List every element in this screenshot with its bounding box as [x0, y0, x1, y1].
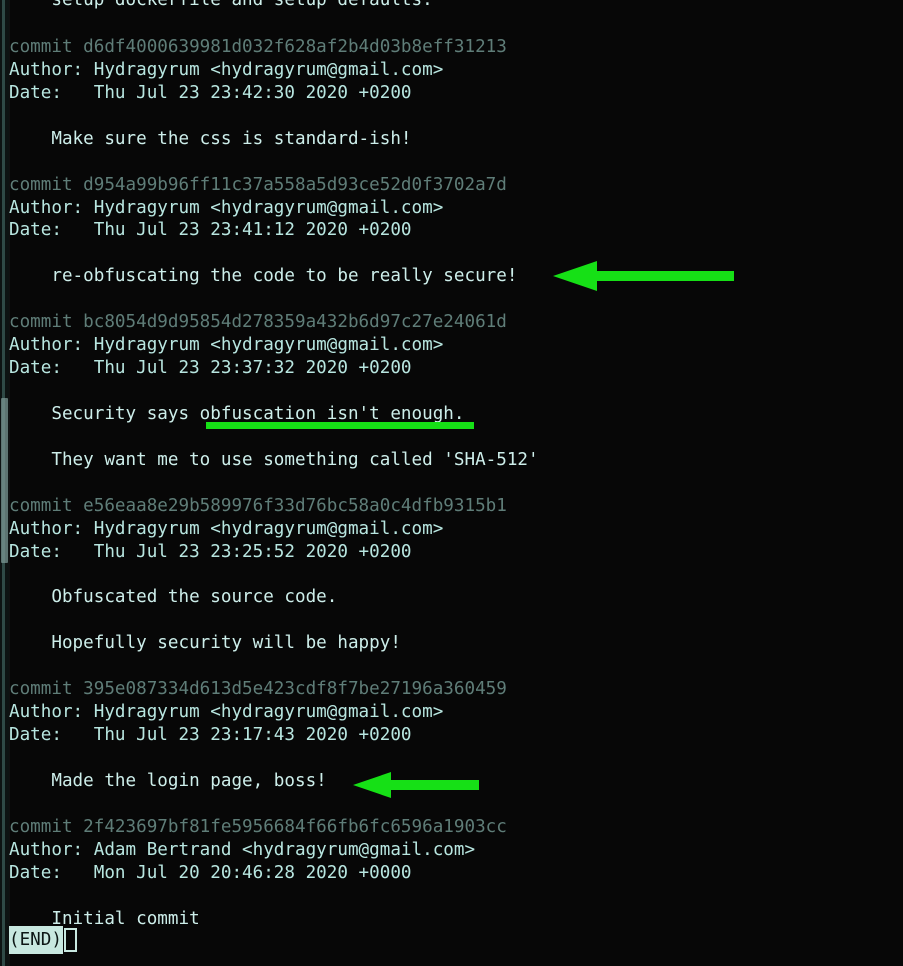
commit-date-line: Date: Thu Jul 23 23:17:43 2020 +0200 [9, 725, 412, 746]
end-of-file-indicator: (END) [9, 926, 63, 954]
commit-date-line: Date: Thu Jul 23 23:41:12 2020 +0200 [9, 220, 412, 241]
commit-hash-line: commit d954a99b96ff11c37a558a5d93ce52d0f… [9, 174, 507, 195]
commit-hash-line: commit e56eaa8e29b589976f33d76bc58a0c4df… [9, 495, 507, 516]
commit-author-line: Author: Hydragyrum <hydragyrum@gmail.com… [9, 518, 444, 539]
pager-status-line[interactable]: (END) [9, 926, 77, 954]
commit-message-line: Hopefully security will be happy! [9, 633, 401, 654]
commit-hash-line: commit 395e087334d613d5e423cdf8f7be27196… [9, 679, 507, 700]
terminal-window: setup dockerfile and setup defaults. com… [0, 0, 903, 966]
commit-message-line: They want me to use something called 'SH… [9, 449, 539, 470]
commit-author-line: Author: Hydragyrum <hydragyrum@gmail.com… [9, 59, 444, 80]
commit-message-line: Security says obfuscation isn't enough. [9, 403, 465, 424]
commit-message-line: Initial commit [9, 908, 200, 929]
commit-message-line: Obfuscated the source code. [9, 587, 338, 608]
commit-date-line: Date: Thu Jul 23 23:42:30 2020 +0200 [9, 82, 412, 103]
pager-content[interactable]: setup dockerfile and setup defaults. com… [9, 0, 903, 966]
commit-hash-line: commit bc8054d9d95854d278359a432b6d97c27… [9, 312, 507, 333]
commit-message-line: Make sure the css is standard-ish! [9, 128, 412, 149]
text-cursor [63, 928, 77, 952]
commit-hash-line: commit 2f423697bf81fe5956684f66fb6fc6596… [9, 816, 507, 837]
commit-author-line: Author: Adam Bertrand <hydragyrum@gmail.… [9, 839, 476, 860]
commit-date-line: Date: Thu Jul 23 23:25:52 2020 +0200 [9, 541, 412, 562]
scrollbar-thumb[interactable] [1, 398, 8, 563]
commit-date-line: Date: Thu Jul 23 23:37:32 2020 +0200 [9, 358, 412, 379]
commit-hash-line: commit d6df4000639981d032f628af2b4d03b8e… [9, 36, 507, 57]
commit-author-line: Author: Hydragyrum <hydragyrum@gmail.com… [9, 335, 444, 356]
commit-date-line: Date: Mon Jul 20 20:46:28 2020 +0000 [9, 862, 412, 883]
partial-top-line: setup dockerfile and setup defaults. [9, 0, 433, 10]
commit-message-line: Made the login page, boss! [9, 770, 327, 791]
commit-author-line: Author: Hydragyrum <hydragyrum@gmail.com… [9, 197, 444, 218]
commit-author-line: Author: Hydragyrum <hydragyrum@gmail.com… [9, 702, 444, 723]
commit-message-line: re-obfuscating the code to be really sec… [9, 266, 518, 287]
